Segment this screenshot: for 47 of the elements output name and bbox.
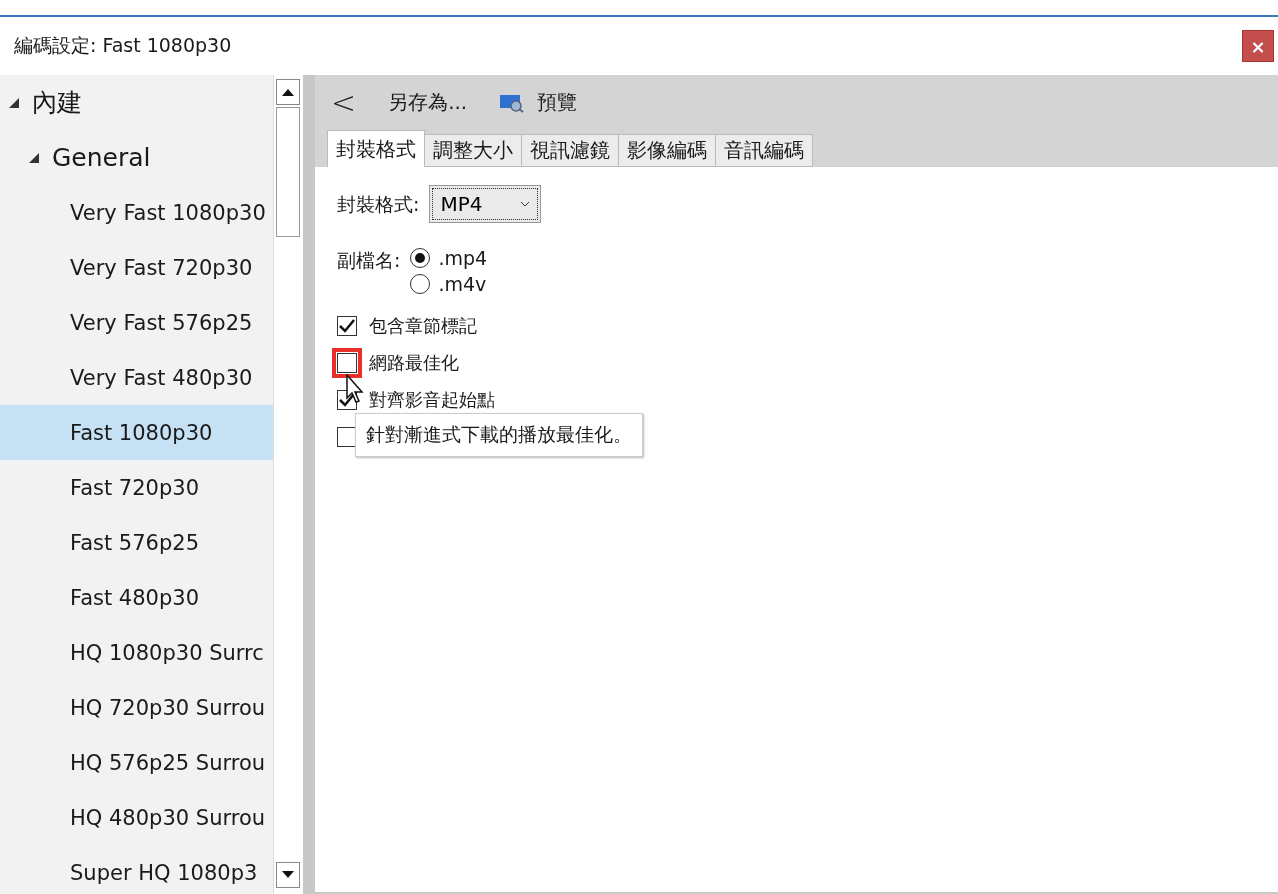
container-dropdown[interactable]: MP4 xyxy=(429,185,542,223)
tab[interactable]: 調整大小 xyxy=(424,134,522,167)
up-arrow-icon xyxy=(282,88,294,96)
window-title: 編碼設定: Fast 1080p30 xyxy=(14,33,232,58)
radio-option[interactable]: .mp4 xyxy=(410,245,488,271)
expanded-triangle-icon[interactable] xyxy=(8,96,20,109)
tree-item[interactable]: 內建 xyxy=(0,75,273,130)
extension-label: 副檔名: xyxy=(337,248,401,273)
tree-item[interactable]: Fast 480p30 xyxy=(0,570,273,625)
tree-item[interactable]: HQ 576p25 Surrou xyxy=(0,735,273,790)
tree-item[interactable]: Very Fast 480p30 xyxy=(0,350,273,405)
scrollbar-thumb[interactable] xyxy=(276,107,300,237)
tab[interactable]: 音訊編碼 xyxy=(715,134,813,167)
tree-item[interactable]: HQ 480p30 Surrou xyxy=(0,790,273,845)
check-icon xyxy=(339,392,355,407)
container-label: 封裝格式: xyxy=(337,192,420,217)
tree-item[interactable]: HQ 1080p30 Surrc xyxy=(0,625,273,680)
down-arrow-icon xyxy=(282,871,294,879)
radio-option[interactable]: .m4v xyxy=(410,271,488,297)
expanded-triangle-icon[interactable] xyxy=(28,151,40,164)
tree-item[interactable]: HQ 720p30 Surrou xyxy=(0,680,273,735)
preview-icon xyxy=(499,92,526,113)
check-icon xyxy=(339,318,355,333)
chevron-down-icon xyxy=(520,201,531,207)
checkbox-label: 網路最佳化 xyxy=(369,350,459,375)
scroll-up-button[interactable] xyxy=(276,79,300,105)
checkbox[interactable] xyxy=(337,426,357,447)
tooltip: 針對漸進式下載的播放最佳化。 xyxy=(355,413,643,457)
tree-item[interactable]: Super HQ 1080p3 xyxy=(0,845,273,894)
scroll-down-button[interactable] xyxy=(276,862,300,888)
tree-item[interactable]: General xyxy=(0,130,273,185)
checkbox[interactable] xyxy=(337,315,357,336)
tab[interactable]: 影像編碼 xyxy=(618,134,716,167)
tree-item[interactable]: Fast 720p30 xyxy=(0,460,273,515)
save-as-button[interactable]: 另存為... xyxy=(384,89,472,116)
checkbox-label: 對齊影音起始點 xyxy=(369,387,495,412)
tab[interactable]: 封裝格式 xyxy=(327,130,425,167)
tree-item[interactable]: Fast 1080p30 xyxy=(0,405,273,460)
tree-item[interactable]: Very Fast 576p25 xyxy=(0,295,273,350)
checkbox-label: 包含章節標記 xyxy=(369,313,477,338)
tree-item[interactable]: Fast 576p25 xyxy=(0,515,273,570)
tree-item[interactable]: Very Fast 720p30 xyxy=(0,240,273,295)
close-button[interactable]: × xyxy=(1242,30,1274,62)
preview-button[interactable]: 預覽 xyxy=(495,89,582,116)
tab[interactable]: 視訊濾鏡 xyxy=(521,134,619,167)
tree-item[interactable]: Very Fast 1080p30 xyxy=(0,185,273,240)
back-button[interactable]: < xyxy=(327,85,361,120)
